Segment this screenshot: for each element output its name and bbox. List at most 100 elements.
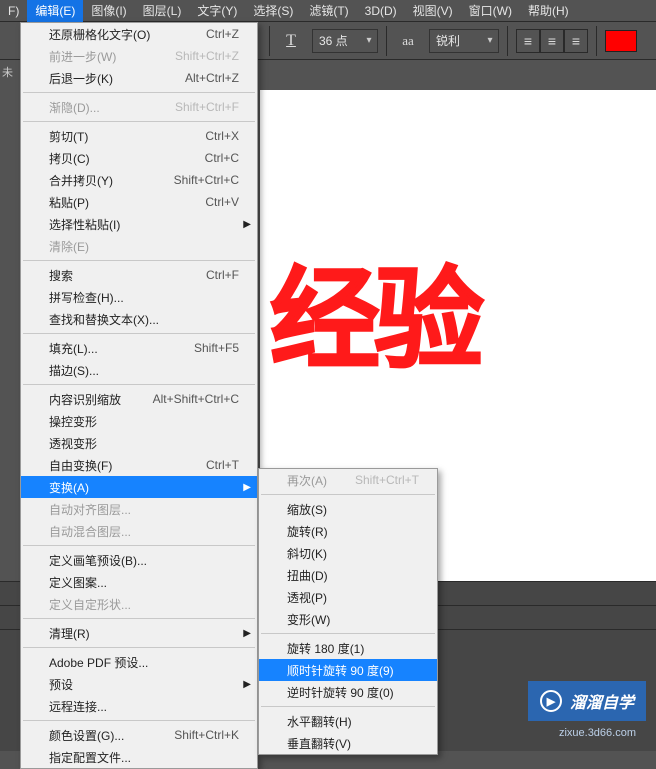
- menu-item-label: 操控变形: [49, 413, 239, 430]
- menu-item-help[interactable]: 帮助(H): [520, 0, 577, 22]
- transform-menu-item[interactable]: 斜切(K): [259, 542, 437, 564]
- align-right-button[interactable]: ≡: [564, 29, 588, 53]
- edit-menu-item[interactable]: 粘贴(P)Ctrl+V: [21, 191, 257, 213]
- font-size-icon[interactable]: T: [278, 28, 304, 54]
- edit-menu-item: 前进一步(W)Shift+Ctrl+Z: [21, 45, 257, 67]
- submenu-arrow-icon: ▶: [243, 628, 251, 639]
- menu-item-label: 透视(P): [287, 589, 419, 606]
- edit-menu-item[interactable]: 定义图案...: [21, 571, 257, 593]
- menu-item-window[interactable]: 窗口(W): [461, 0, 520, 22]
- menu-item-label: 顺时针旋转 90 度(9): [287, 662, 419, 679]
- menu-item-label: 自由变换(F): [49, 457, 196, 474]
- antialias-select[interactable]: 锐利 ▾: [429, 29, 499, 53]
- menu-item-label: 变形(W): [287, 611, 419, 628]
- menu-item-shortcut: Ctrl+Z: [206, 27, 239, 41]
- edit-menu-item[interactable]: 内容识别缩放Alt+Shift+Ctrl+C: [21, 388, 257, 410]
- menu-item-label: 内容识别缩放: [49, 391, 143, 408]
- menu-item-label: 透视变形: [49, 435, 239, 452]
- text-align-group: ≡ ≡ ≡: [516, 29, 588, 53]
- menu-item-view[interactable]: 视图(V): [405, 0, 461, 22]
- menu-item-label: 旋转(R): [287, 523, 419, 540]
- transform-submenu-dropdown: 再次(A)Shift+Ctrl+T缩放(S)旋转(R)斜切(K)扭曲(D)透视(…: [258, 468, 438, 755]
- menu-item-shortcut: Shift+Ctrl+K: [174, 728, 239, 742]
- edit-menu-item[interactable]: 选择性粘贴(I)▶: [21, 213, 257, 235]
- edit-menu-item[interactable]: 自由变换(F) Ctrl+T: [21, 454, 257, 476]
- transform-menu-item[interactable]: 旋转 180 度(1): [259, 637, 437, 659]
- menu-separator: [23, 333, 255, 334]
- edit-menu-item[interactable]: 清理(R) ▶: [21, 622, 257, 644]
- menu-item-label: 还原栅格化文字(O): [49, 26, 196, 43]
- edit-menu-item[interactable]: 搜索Ctrl+F: [21, 264, 257, 286]
- menu-separator: [23, 121, 255, 122]
- menu-item-label: 定义自定形状...: [49, 596, 239, 613]
- edit-menu-item[interactable]: 操控变形: [21, 410, 257, 432]
- transform-menu-item[interactable]: 变形(W): [259, 608, 437, 630]
- edit-menu-item[interactable]: 远程连接...: [21, 695, 257, 717]
- menu-item-label: 自动对齐图层...: [49, 501, 239, 518]
- align-left-button[interactable]: ≡: [516, 29, 540, 53]
- edit-menu-item[interactable]: 剪切(T)Ctrl+X: [21, 125, 257, 147]
- left-strip: 未 66. 时 |◀: [0, 60, 20, 84]
- edit-menu-item[interactable]: 颜色设置(G)...Shift+Ctrl+K: [21, 724, 257, 746]
- menu-item-shortcut: Ctrl+V: [205, 195, 239, 209]
- transform-menu-item[interactable]: 顺时针旋转 90 度(9): [259, 659, 437, 681]
- menu-item-label: 缩放(S): [287, 501, 419, 518]
- transform-menu-item[interactable]: 旋转(R): [259, 520, 437, 542]
- edit-menu-item[interactable]: 描边(S)...: [21, 359, 257, 381]
- font-size-input[interactable]: 36 点 ▾: [312, 29, 378, 53]
- edit-menu-item: 渐隐(D)...Shift+Ctrl+F: [21, 96, 257, 118]
- menu-item-label: 定义画笔预设(B)...: [49, 552, 239, 569]
- menu-separator: [261, 633, 435, 634]
- transform-menu-item[interactable]: 逆时针旋转 90 度(0): [259, 681, 437, 703]
- separator: [269, 26, 270, 56]
- font-size-value[interactable]: 36 点: [313, 32, 361, 49]
- menu-item-image[interactable]: 图像(I): [83, 0, 134, 22]
- edit-menu-item[interactable]: 定义画笔预设(B)...: [21, 549, 257, 571]
- transform-menu-item[interactable]: 透视(P): [259, 586, 437, 608]
- transform-menu-item[interactable]: 水平翻转(H): [259, 710, 437, 732]
- edit-menu-item[interactable]: 合并拷贝(Y)Shift+Ctrl+C: [21, 169, 257, 191]
- menu-item-label: Adobe PDF 预设...: [49, 654, 239, 671]
- menu-item-shortcut: Ctrl+T: [206, 458, 239, 472]
- menu-item-label: 垂直翻转(V): [287, 735, 419, 752]
- chevron-down-icon[interactable]: ▾: [482, 35, 498, 46]
- menu-item-filter[interactable]: 滤镜(T): [301, 0, 356, 22]
- menu-item-layer[interactable]: 图层(L): [135, 0, 190, 22]
- transform-menu-item[interactable]: 缩放(S): [259, 498, 437, 520]
- menubar: F) 编辑(E) 图像(I) 图层(L) 文字(Y) 选择(S) 滤镜(T) 3…: [0, 0, 656, 22]
- edit-menu-item[interactable]: Adobe PDF 预设...: [21, 651, 257, 673]
- menu-item-label: 指定配置文件...: [49, 749, 239, 766]
- align-center-button[interactable]: ≡: [540, 29, 564, 53]
- menu-item-label: 清理(R): [49, 625, 239, 642]
- text-color-swatch[interactable]: [605, 30, 637, 52]
- edit-menu-item[interactable]: 还原栅格化文字(O) Ctrl+Z: [21, 23, 257, 45]
- menu-item-select[interactable]: 选择(S): [245, 0, 301, 22]
- edit-menu-item[interactable]: 拼写检查(H)...: [21, 286, 257, 308]
- menu-item-3d[interactable]: 3D(D): [357, 1, 405, 21]
- edit-menu-item[interactable]: 指定配置文件...: [21, 746, 257, 768]
- edit-menu-item: 清除(E): [21, 235, 257, 257]
- menu-separator: [23, 647, 255, 648]
- menu-item-edit[interactable]: 编辑(E): [27, 0, 83, 22]
- menu-item-shortcut: Shift+Ctrl+T: [355, 473, 419, 487]
- watermark-logo: ▶ 溜溜自学: [528, 681, 646, 721]
- menu-item-type[interactable]: 文字(Y): [189, 0, 245, 22]
- chevron-down-icon[interactable]: ▾: [361, 35, 377, 46]
- edit-menu-item[interactable]: 后退一步(K)Alt+Ctrl+Z: [21, 67, 257, 89]
- menu-item-label: 前进一步(W): [49, 48, 165, 65]
- edit-menu-item[interactable]: 预设▶: [21, 673, 257, 695]
- edit-menu-item[interactable]: 拷贝(C)Ctrl+C: [21, 147, 257, 169]
- edit-menu-item: 自动混合图层...: [21, 520, 257, 542]
- canvas-text-layer[interactable]: 经验: [270, 230, 478, 390]
- edit-menu-item: 自动对齐图层...: [21, 498, 257, 520]
- edit-menu-item[interactable]: 查找和替换文本(X)...: [21, 308, 257, 330]
- edit-menu-item[interactable]: 变换(A)▶: [21, 476, 257, 498]
- menu-item-label: 定义图案...: [49, 574, 239, 591]
- menu-item[interactable]: F): [0, 1, 27, 21]
- menu-item-label: 逆时针旋转 90 度(0): [287, 684, 419, 701]
- menu-item-shortcut: Ctrl+C: [205, 151, 239, 165]
- edit-menu-item[interactable]: 透视变形: [21, 432, 257, 454]
- transform-menu-item[interactable]: 扭曲(D): [259, 564, 437, 586]
- menu-item-shortcut: Ctrl+F: [206, 268, 239, 282]
- edit-menu-item[interactable]: 填充(L)...Shift+F5: [21, 337, 257, 359]
